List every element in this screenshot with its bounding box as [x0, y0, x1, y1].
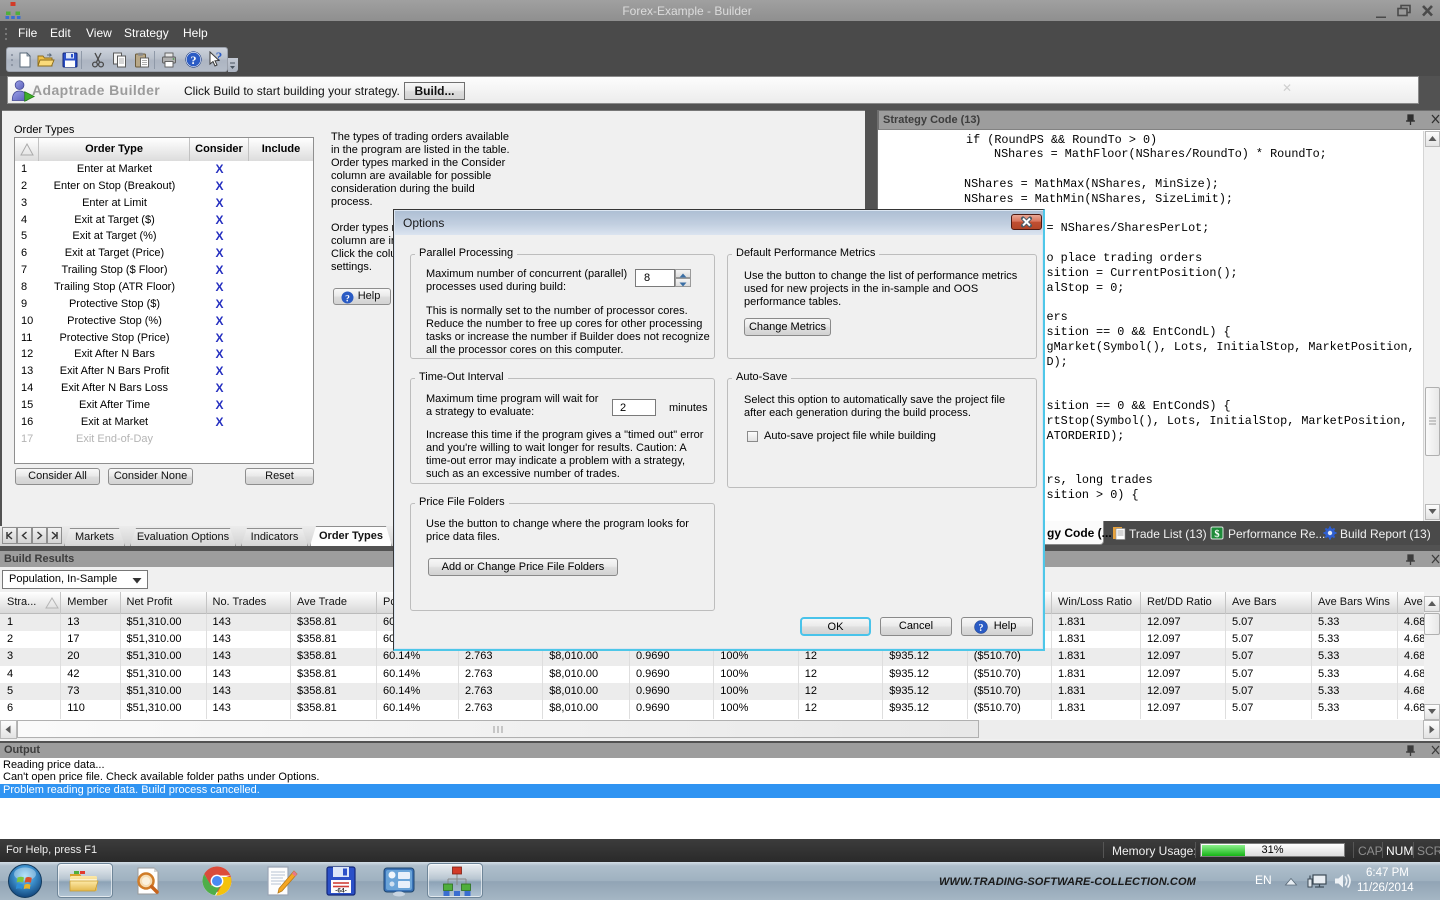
- svg-text:?: ?: [216, 51, 223, 64]
- svg-text:-64-: -64-: [335, 888, 347, 895]
- svg-text:$: $: [1214, 529, 1219, 540]
- svg-text:?: ?: [345, 295, 350, 305]
- svg-text:?: ?: [191, 53, 197, 67]
- svg-text:?: ?: [979, 623, 984, 634]
